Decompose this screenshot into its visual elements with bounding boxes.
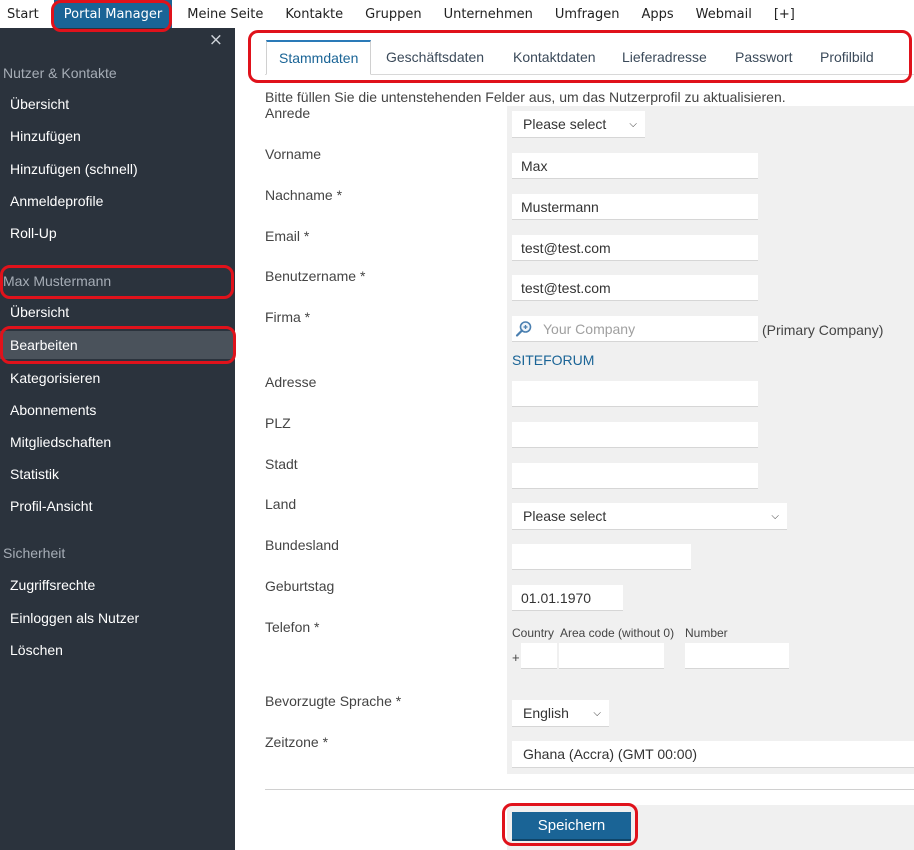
sidebar-item-hinzufuegen-schnell[interactable]: Hinzufügen (schnell)	[0, 155, 235, 183]
nav-webmail[interactable]: Webmail	[685, 0, 763, 28]
nav-portal-manager[interactable]: Portal Manager	[53, 0, 173, 28]
anrede-value: Please select	[523, 116, 607, 132]
profile-tabs: Stammdaten Geschäftsdaten Kontaktdaten L…	[265, 40, 914, 75]
sprache-select[interactable]: English ⌵	[512, 700, 609, 727]
nav-apps[interactable]: Apps	[630, 0, 684, 28]
sidebar: × Nutzer & Kontakte Übersicht Hinzufügen…	[0, 28, 235, 850]
email-input[interactable]	[512, 235, 758, 261]
anrede-select[interactable]: Please select ⌵	[512, 111, 645, 138]
phone-country-label: Country	[512, 626, 555, 640]
adresse-label: Adresse	[265, 374, 317, 390]
sidebar-item-hinzufuegen[interactable]: Hinzufügen	[0, 122, 235, 150]
sidebar-item-anmeldeprofile[interactable]: Anmeldeprofile	[0, 187, 235, 215]
adresse-input[interactable]	[512, 381, 758, 407]
sidebar-item-mitgliedschaften[interactable]: Mitgliedschaften	[0, 428, 235, 456]
form-intro: Bitte füllen Sie die untenstehenden Feld…	[265, 89, 786, 105]
vorname-input[interactable]	[512, 153, 758, 179]
primary-company-note: (Primary Company)	[762, 322, 884, 338]
plz-label: PLZ	[265, 415, 291, 431]
land-value: Please select	[523, 508, 607, 524]
nav-umfragen[interactable]: Umfragen	[544, 0, 631, 28]
stadt-input[interactable]	[512, 463, 758, 489]
vorname-label: Vorname	[265, 146, 322, 162]
tab-passwort[interactable]: Passwort	[735, 40, 793, 74]
tab-profilbild[interactable]: Profilbild	[820, 40, 874, 74]
sidebar-item-einloggen[interactable]: Einloggen als Nutzer	[0, 604, 235, 632]
firma-input[interactable]	[512, 316, 758, 342]
nav-gruppen[interactable]: Gruppen	[354, 0, 432, 28]
benutzername-label: Benutzername *	[265, 268, 366, 284]
nav-kontakte[interactable]: Kontakte	[274, 0, 354, 28]
land-select[interactable]: Please select ⌵	[512, 503, 787, 530]
nav-meine-seite[interactable]: Meine Seite	[176, 0, 274, 28]
geburtstag-input[interactable]	[512, 585, 623, 611]
sidebar-item-zugriffsrechte[interactable]: Zugriffsrechte	[0, 571, 235, 599]
stadt-label: Stadt	[265, 456, 298, 472]
chevron-down-icon: ⌵	[629, 118, 637, 130]
nav-start[interactable]: Start	[0, 0, 50, 28]
phone-number-label: Number	[685, 626, 728, 640]
anrede-label: Anrede	[265, 105, 311, 121]
land-label: Land	[265, 496, 297, 512]
search-icon	[515, 321, 532, 337]
sidebar-item-roll-up[interactable]: Roll-Up	[0, 219, 235, 247]
sidebar-item-abonnements[interactable]: Abonnements	[0, 396, 235, 424]
benutzername-input[interactable]	[512, 275, 758, 301]
phone-area-input[interactable]	[559, 643, 664, 669]
sidebar-section-title: Max Mustermann	[3, 273, 112, 289]
email-label: Email *	[265, 228, 310, 244]
phone-plus-sign: +	[512, 650, 520, 665]
close-icon[interactable]: ×	[209, 30, 223, 50]
save-button[interactable]: Speichern	[512, 812, 631, 841]
tab-lieferadresse[interactable]: Lieferadresse	[622, 40, 707, 74]
sidebar-section-title: Nutzer & Kontakte	[3, 65, 117, 81]
tab-geschaeftsdaten[interactable]: Geschäftsdaten	[386, 40, 484, 74]
sprache-label: Bevorzugte Sprache *	[265, 693, 402, 709]
sidebar-item-bearbeiten[interactable]: Bearbeiten	[0, 331, 235, 359]
geburtstag-label: Geburtstag	[265, 578, 335, 594]
form-divider	[265, 789, 914, 790]
firma-label: Firma *	[265, 309, 311, 325]
nav-unternehmen[interactable]: Unternehmen	[433, 0, 544, 28]
bundesland-label: Bundesland	[265, 537, 339, 553]
sidebar-section-title: Sicherheit	[3, 545, 66, 561]
sidebar-item-kategorisieren[interactable]: Kategorisieren	[0, 364, 235, 392]
sidebar-item-user-uebersicht[interactable]: Übersicht	[0, 298, 235, 326]
tab-kontaktdaten[interactable]: Kontaktdaten	[513, 40, 596, 74]
bundesland-input[interactable]	[512, 544, 691, 570]
sidebar-item-profil-ansicht[interactable]: Profil-Ansicht	[0, 492, 235, 520]
nachname-input[interactable]	[512, 194, 758, 220]
nav-more[interactable]: [+]	[763, 0, 806, 28]
phone-number-input[interactable]	[685, 643, 789, 669]
phone-area-label: Area code (without 0)	[560, 626, 675, 640]
chevron-down-icon: ⌵	[593, 707, 601, 719]
telefon-label: Telefon *	[265, 619, 320, 635]
nachname-label: Nachname *	[265, 187, 343, 203]
chevron-down-icon: ⌵	[771, 510, 779, 522]
tab-stammdaten[interactable]: Stammdaten	[266, 40, 372, 75]
zeitzone-select[interactable]: Ghana (Accra) (GMT 00:00)	[512, 741, 914, 768]
sidebar-item-statistik[interactable]: Statistik	[0, 460, 235, 488]
sidebar-item-uebersicht[interactable]: Übersicht	[0, 90, 235, 118]
sprache-value: English	[523, 705, 569, 721]
plz-input[interactable]	[512, 422, 758, 448]
zeitzone-value: Ghana (Accra) (GMT 00:00)	[523, 746, 698, 762]
top-navigation: Start Portal Manager Meine Seite Kontakt…	[0, 0, 914, 28]
zeitzone-label: Zeitzone *	[265, 734, 329, 750]
sidebar-item-loeschen[interactable]: Löschen	[0, 636, 235, 664]
phone-country-input[interactable]	[521, 643, 557, 669]
siteforum-link[interactable]: SITEFORUM	[512, 352, 594, 368]
